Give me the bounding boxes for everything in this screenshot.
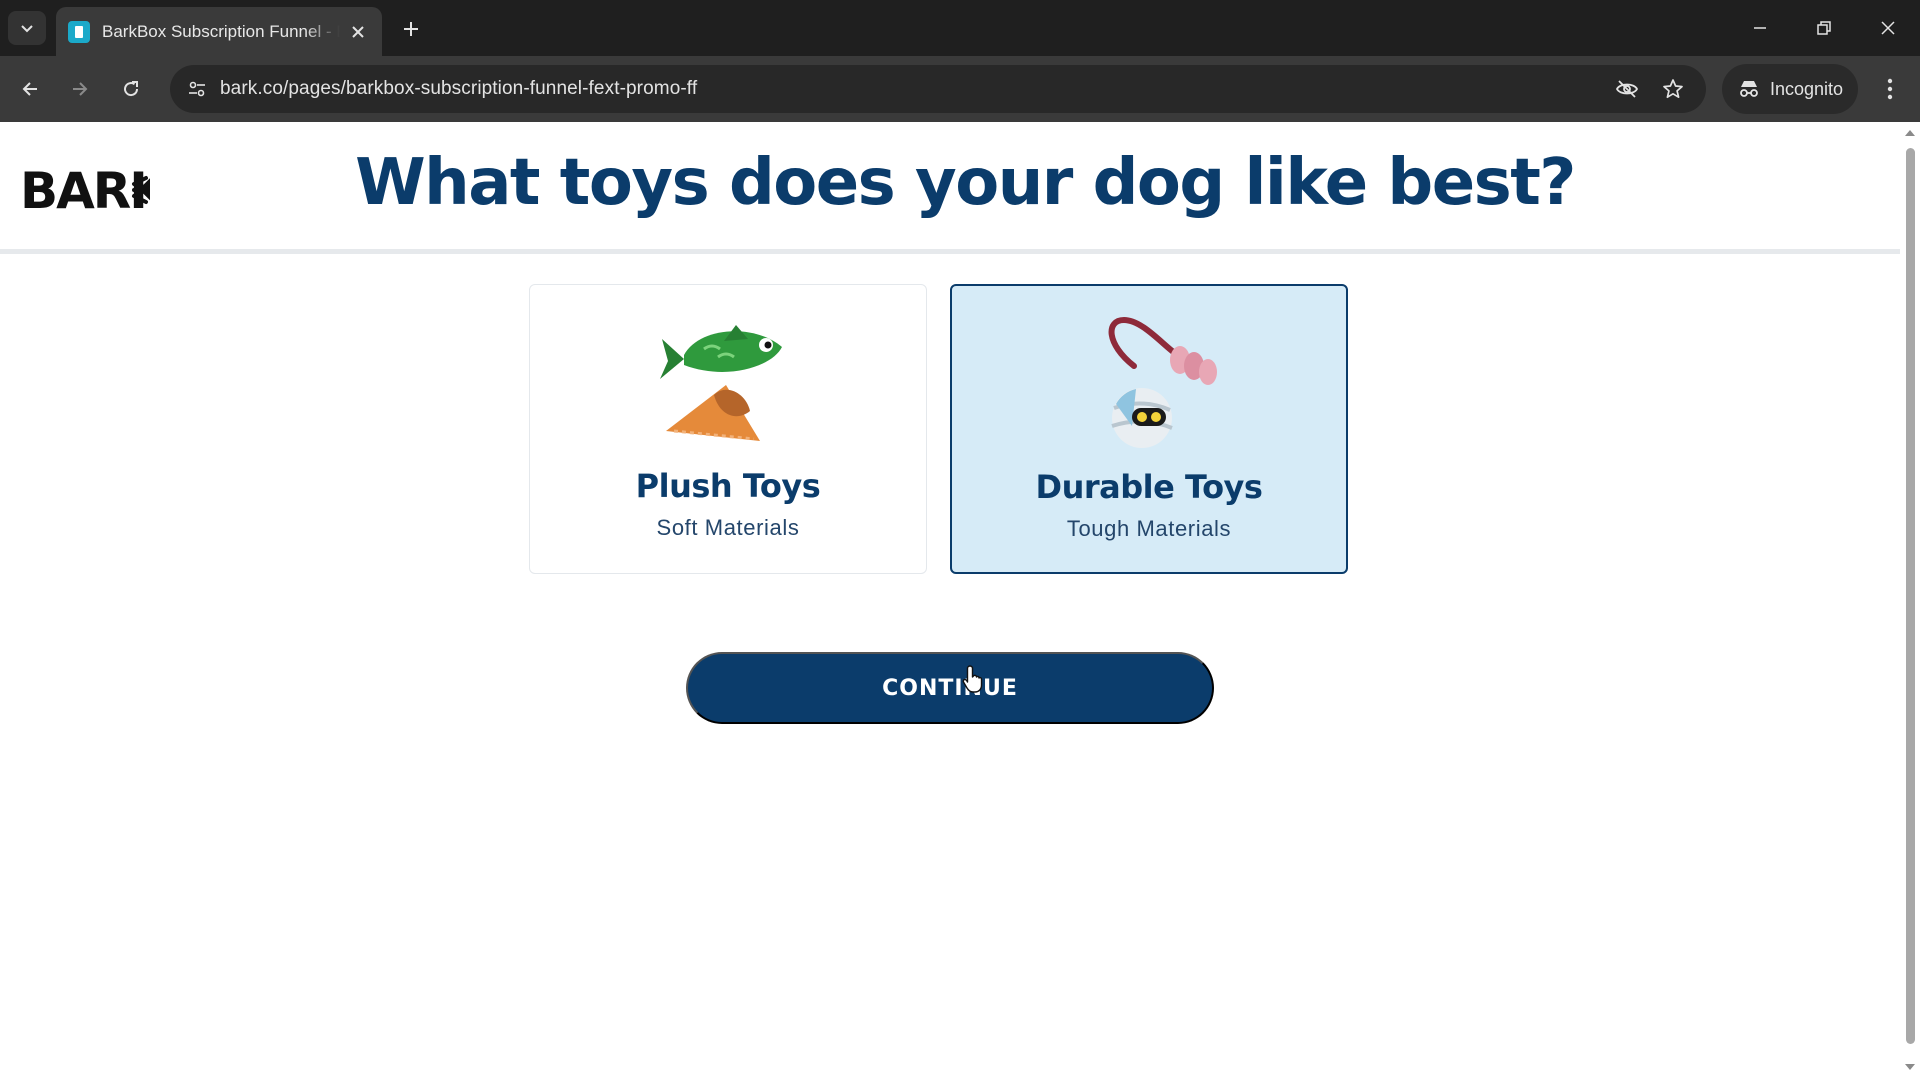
back-button[interactable] xyxy=(12,71,48,107)
incognito-label: Incognito xyxy=(1770,78,1844,99)
restore-button[interactable] xyxy=(1792,0,1856,56)
close-icon xyxy=(1881,21,1895,35)
scrollbar-thumb[interactable] xyxy=(1906,148,1915,1044)
tab-search-button[interactable] xyxy=(8,11,46,45)
option-subtitle: Soft Materials xyxy=(656,515,800,540)
incognito-icon xyxy=(1740,81,1758,97)
option-card-plush-toys[interactable]: Plush Toys Soft Materials xyxy=(529,284,927,574)
funnel-header: BARK What toys does your dog like best? xyxy=(0,122,1900,254)
tune-icon xyxy=(189,81,205,97)
eye-off-icon xyxy=(1615,80,1639,98)
browser-toolbar: bark.co/pages/barkbox-subscription-funne… xyxy=(0,56,1920,122)
option-title: Plush Toys xyxy=(635,467,821,505)
star-icon xyxy=(1663,79,1683,99)
scroll-up-arrow-icon[interactable] xyxy=(1905,130,1915,136)
tab-close-button[interactable] xyxy=(346,20,370,44)
reload-button[interactable] xyxy=(113,71,149,107)
tracking-protection-button[interactable] xyxy=(1610,72,1644,106)
plush-toys-image xyxy=(660,325,782,441)
page-scrollbar[interactable] xyxy=(1900,122,1920,1080)
hand-cursor-icon xyxy=(962,665,983,693)
scroll-down-arrow-icon[interactable] xyxy=(1905,1064,1915,1070)
browser-tab-strip: BarkBox Subscription Funnel - BarkBox xyxy=(0,0,1920,56)
durable-toys-image xyxy=(1108,316,1217,448)
minimize-icon xyxy=(1754,27,1766,29)
continue-button[interactable]: CONTINUE xyxy=(686,652,1214,724)
page-title: What toys does your dog like best? xyxy=(355,146,1576,220)
new-tab-button[interactable] xyxy=(396,14,426,44)
restore-icon xyxy=(1817,21,1831,35)
arrow-right-icon xyxy=(73,82,88,96)
minimize-button[interactable] xyxy=(1728,0,1792,56)
bark-favicon-icon xyxy=(68,20,90,43)
reload-icon xyxy=(124,81,139,97)
site-info-button[interactable] xyxy=(180,72,214,106)
kebab-menu-icon xyxy=(1887,78,1893,100)
plus-icon xyxy=(404,22,418,36)
incognito-indicator[interactable]: Incognito xyxy=(1722,64,1858,114)
close-window-button[interactable] xyxy=(1856,0,1920,56)
arrow-left-icon xyxy=(22,82,37,96)
option-title: Durable Toys xyxy=(1035,468,1263,506)
window-controls xyxy=(1728,0,1920,56)
option-card-durable-toys[interactable]: Durable Toys Tough Materials xyxy=(950,284,1348,574)
close-icon xyxy=(352,25,364,38)
bookmark-star-button[interactable] xyxy=(1656,72,1690,106)
browser-menu-button[interactable] xyxy=(1872,71,1908,107)
browser-tab-active[interactable]: BarkBox Subscription Funnel - BarkBox xyxy=(56,7,382,56)
chevron-down-icon xyxy=(21,25,33,33)
page-viewport: BARK What toys does your dog like best? … xyxy=(0,122,1900,1080)
option-subtitle: Tough Materials xyxy=(1066,516,1232,541)
url-text: bark.co/pages/barkbox-subscription-funne… xyxy=(220,78,698,99)
tab-title: BarkBox Subscription Funnel - BarkBox xyxy=(102,21,340,41)
forward-button[interactable] xyxy=(62,71,98,107)
address-bar[interactable]: bark.co/pages/barkbox-subscription-funne… xyxy=(170,65,1706,113)
